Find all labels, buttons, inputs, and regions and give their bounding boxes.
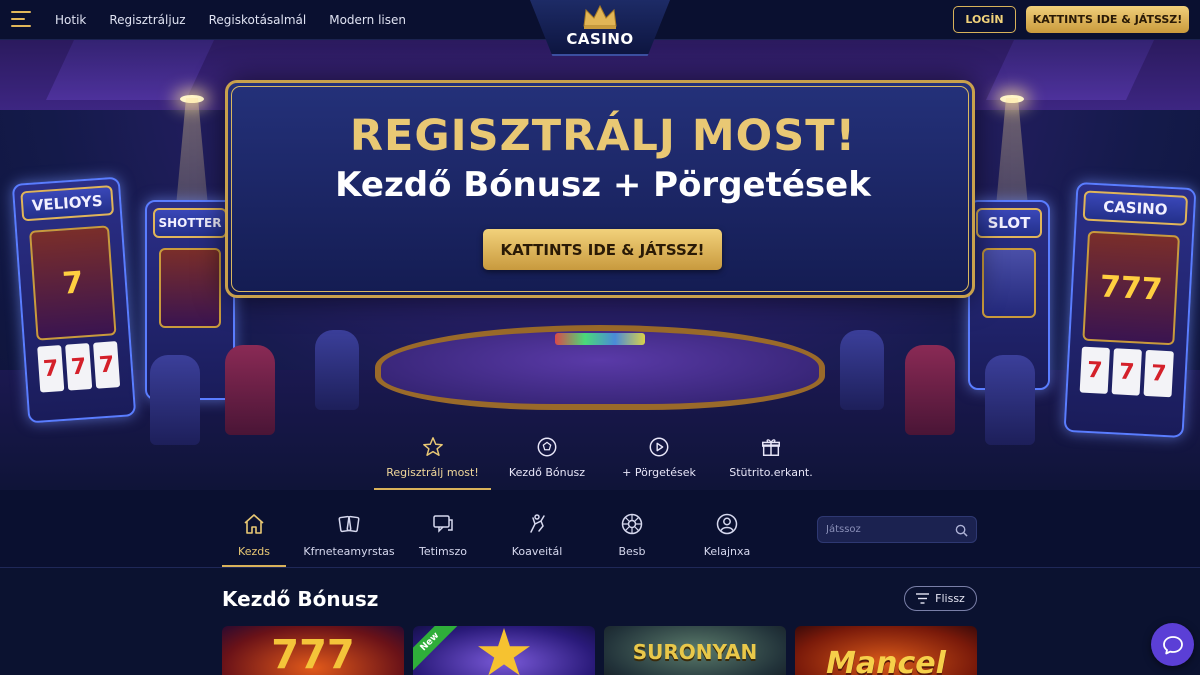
home-icon [244,514,264,534]
slot-reels: 777 [1079,346,1174,398]
games-section: Kezdő Bónusz Flissz 777 New SURONYAN Man… [0,568,1200,675]
live-chat-button[interactable] [1151,623,1194,666]
tab-promotions[interactable]: Stütrito.erkant. [715,433,827,490]
login-button[interactable]: LOGİN [953,6,1016,33]
category-bar: Kezds Kfrneteamyrstas Tetimszo Koaveitál… [0,490,1200,568]
gift-icon [762,439,780,456]
nav-link-register[interactable]: Regisztráljuz [109,13,185,27]
banner-title: REGISZTRÁLJ MOST! [349,111,857,161]
crown-icon [583,4,617,29]
promo-banner: REGISZTRÁLJ MOST! Kezdő Bónusz + Pörgeté… [225,80,975,298]
category-label: Kelajnxa [703,545,751,558]
game-card-title: SURONYAN [632,640,758,664]
hand-icon [530,514,545,533]
hero-section: VELIOYS 7 777 SHOTTER SLOT CASINO 777 77… [0,40,1200,490]
logo-text: CASINO [566,30,634,48]
slot-machine-sign: SLOT [976,208,1042,238]
chat-icon [433,515,453,533]
banner-subtitle: Kezdő Bónusz + Pörgetések [335,165,871,205]
soccer-ball-icon [537,437,557,457]
tab-label: Stütrito.erkant. [729,466,813,479]
roulette-icon [621,513,643,535]
section-title: Kezdő Bónusz [222,587,379,611]
tab-label: Kezdő Bónusz [508,466,586,479]
category-tabs: Kezds Kfrneteamyrstas Tetimszo Koaveitál… [222,490,790,567]
user-icon [716,513,738,535]
category-live[interactable]: Tetimszo [412,490,474,567]
game-card-title: 777 [271,632,355,675]
slot-machine-screen: 7 [29,225,117,341]
slot-machine-screen [982,248,1036,318]
casino-chair [985,355,1035,445]
slot-machine-screen: 777 [1082,230,1180,346]
slot-machine: CASINO 777 777 [1063,182,1197,438]
tab-label: Regisztrálj most! [386,466,479,479]
casino-chair [840,330,884,410]
category-home[interactable]: Kezds [222,490,286,567]
game-card[interactable]: Mancel [795,626,977,675]
category-label: Kfrneteamyrstas [303,545,395,558]
tab-free-spins[interactable]: + Pörgetések [603,433,715,490]
category-label: Tetimszo [419,545,467,558]
slot-reels: 777 [37,341,121,393]
category-account[interactable]: Kelajnxa [664,490,790,567]
cards-icon [338,515,360,533]
casino-page: Hotik Regisztráljuz Regiskotásalmál Mode… [0,0,1200,675]
tab-label: + Pörgetések [622,466,696,479]
new-badge: New [413,626,461,673]
casino-chair [150,355,200,445]
game-search [817,516,977,543]
nav-link-hotik[interactable]: Hotik [55,13,86,27]
game-card[interactable]: 777 [222,626,404,675]
search-icon[interactable] [955,524,968,537]
category-sports[interactable]: Koaveitál [474,490,600,567]
star-icon [478,628,530,675]
tab-register-now[interactable]: Regisztrálj most! [374,433,491,490]
banner-play-button[interactable]: KATTINTS IDE & JÁTSSZ! [483,229,722,270]
filter-label: Flissz [935,592,965,605]
category-label: Besb [618,545,646,558]
casino-logo[interactable]: CASINO [530,0,670,56]
game-card[interactable]: New [413,626,595,675]
ceiling-beam [46,40,214,100]
slot-machine-sign: VELIOYS [20,185,115,222]
filter-button[interactable]: Flissz [904,586,977,611]
slot-machine: VELIOYS 7 777 [11,176,137,424]
category-label: Kezds [238,545,270,558]
category-label: Koaveitál [511,545,563,558]
category-table-games[interactable]: Kfrneteamyrstas [286,490,412,567]
play-circle-icon [649,437,669,457]
casino-chair [905,345,955,435]
header-play-button[interactable]: KATTINTS IDE & JÁTSSZ! [1026,6,1189,33]
slot-machine-sign: SHOTTER [153,208,227,238]
hamburger-menu-icon[interactable] [11,11,31,27]
game-card[interactable]: SURONYAN [604,626,786,675]
tab-welcome-bonus[interactable]: Kezdő Bónusz [491,433,603,490]
star-icon [422,437,443,456]
casino-chair [225,345,275,435]
nav-link-modern[interactable]: Modern lisen [329,13,406,27]
slot-machine-screen [159,248,221,328]
slot-machine-sign: CASINO [1082,190,1189,226]
game-card-title: Mancel [826,646,946,675]
casino-chair [315,330,359,410]
chat-bubble-icon [1162,635,1183,654]
ceiling-beam [986,40,1154,100]
filter-icon [916,593,930,604]
category-roulette[interactable]: Besb [600,490,664,567]
main-nav: Hotik Regisztráljuz Regiskotásalmál Mode… [55,0,406,40]
nav-link-promotions[interactable]: Regiskotásalmál [209,13,307,27]
search-input[interactable] [826,517,951,542]
hero-tabs: Regisztrálj most! Kezdő Bónusz + Pörgeté… [374,433,827,490]
table-chips [555,333,645,345]
